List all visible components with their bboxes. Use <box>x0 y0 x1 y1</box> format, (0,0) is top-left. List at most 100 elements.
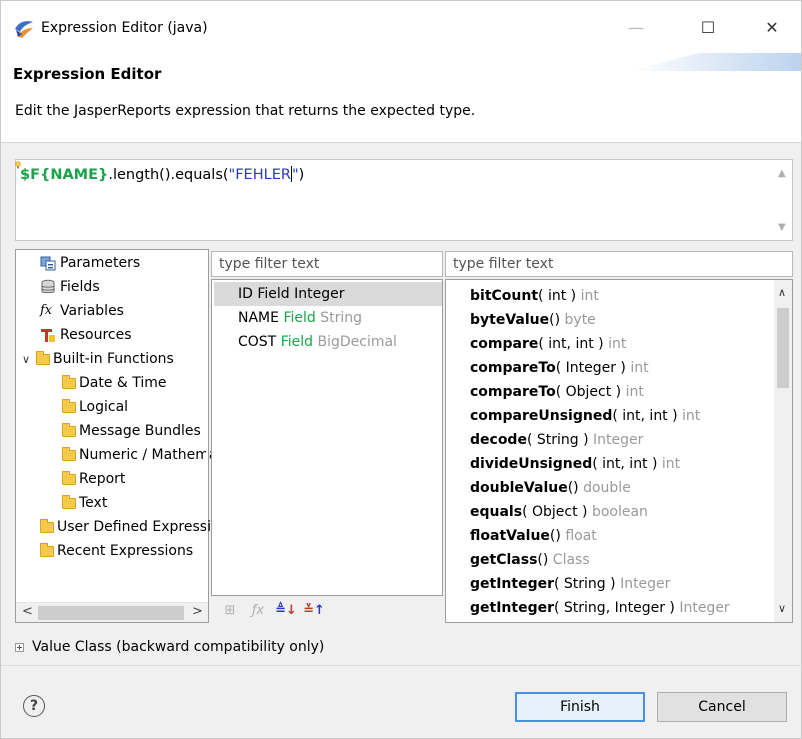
sort-descending-icon[interactable]: ≚↑ <box>303 603 325 618</box>
tree-clip <box>206 250 208 600</box>
method-name: compare <box>470 336 539 352</box>
scroll-up-icon[interactable]: ▲ <box>778 168 786 179</box>
list-item-method[interactable]: compareUnsigned( int, int ) int <box>470 404 700 428</box>
method-name: byteValue <box>470 312 550 328</box>
tree-item-logical[interactable]: Logical <box>62 396 128 418</box>
methods-vertical-scrollbar[interactable]: ∧ ∨ <box>774 280 792 622</box>
method-return: int <box>661 456 681 472</box>
fields-list[interactable]: ID Field Integer NAME Field String COST … <box>211 279 443 596</box>
expression-input[interactable]: $F{NAME}.length().equals("FEHLER") ▲ ▼ <box>15 159 793 241</box>
tree-item-label: Logical <box>79 399 129 415</box>
method-name: getInteger <box>470 576 554 592</box>
methods-list[interactable]: bitCount( int ) int byteValue() byte com… <box>445 279 793 623</box>
fields-filter-input[interactable] <box>212 252 442 276</box>
tree-item-fields[interactable]: Fields <box>40 276 100 298</box>
divider <box>1 665 801 666</box>
list-item-method[interactable]: equals( Object ) boolean <box>470 500 648 524</box>
list-item-method[interactable]: byteValue() byte <box>470 308 596 332</box>
list-item-method[interactable]: bitCount( int ) int <box>470 284 599 308</box>
scrollbar-thumb[interactable] <box>38 606 184 620</box>
help-button[interactable]: ? <box>23 695 45 717</box>
list-item-field-cost[interactable]: COST Field BigDecimal <box>214 330 442 354</box>
insert-parameter-icon[interactable]: ⊞ <box>219 603 241 618</box>
scrollbar-thumb[interactable] <box>777 308 789 388</box>
expression-text[interactable]: $F{NAME}.length().equals("FEHLER") <box>20 166 304 183</box>
minimize-button[interactable]: — <box>613 1 659 53</box>
methods-filter-box[interactable] <box>445 251 793 277</box>
insert-variable-icon[interactable]: ƒx <box>247 603 269 618</box>
method-args: ( Object ) <box>522 504 588 520</box>
scroll-down-icon[interactable]: ∨ <box>778 602 786 615</box>
field-type: BigDecimal <box>317 334 397 350</box>
tree-item-report[interactable]: Report <box>62 468 125 490</box>
folder-icon <box>62 494 76 509</box>
method-name: decode <box>470 432 527 448</box>
sort-ascending-icon[interactable]: ≜↓ <box>275 603 297 618</box>
close-button[interactable]: ✕ <box>749 1 795 53</box>
tree-item-text[interactable]: Text <box>62 492 107 514</box>
tree-item-label: Text <box>79 495 108 511</box>
page-description: Edit the JasperReports expression that r… <box>15 103 476 119</box>
tree-item-recent[interactable]: Recent Expressions <box>40 540 193 562</box>
tree-item-resources[interactable]: Resources <box>40 324 132 346</box>
list-item-method[interactable]: compareTo( Object ) int <box>470 380 644 404</box>
list-item-method[interactable]: getClass() Class <box>470 548 590 572</box>
list-item-method[interactable]: decode( String ) Integer <box>470 428 643 452</box>
tree-item-message-bundles[interactable]: Message Bundles <box>62 420 201 442</box>
parameters-icon <box>40 256 56 271</box>
list-item-method[interactable]: compare( int, int ) int <box>470 332 626 356</box>
list-item-method[interactable]: getInteger( String ) Integer <box>470 572 670 596</box>
value-class-section[interactable]: Value Class (backward compatibility only… <box>15 639 324 655</box>
tree-item-built-in-functions[interactable]: ∨ Built-in Functions <box>22 348 174 370</box>
category-tree[interactable]: Parameters Fields 𝑓x Variables Resources… <box>15 249 247 623</box>
method-return: byte <box>564 312 596 328</box>
method-name: bitCount <box>470 288 539 304</box>
field-name: ID <box>238 286 253 302</box>
expression-scrollbar[interactable]: ▲ ▼ <box>774 160 792 240</box>
field-kind: Field <box>280 334 314 350</box>
variables-icon: 𝑓x <box>40 303 53 318</box>
list-item-field-id[interactable]: ID Field Integer <box>214 282 442 306</box>
list-item-method[interactable]: compareTo( Integer ) int <box>470 356 649 380</box>
method-args: () <box>537 552 549 568</box>
method-args: () <box>549 528 561 544</box>
maximize-button[interactable]: ☐ <box>685 1 731 53</box>
field-type: String <box>320 310 362 326</box>
method-return: float <box>565 528 597 544</box>
fields-filter-box[interactable] <box>211 251 443 277</box>
method-name: doubleValue <box>470 480 568 496</box>
value-class-label: Value Class (backward compatibility only… <box>32 639 325 655</box>
expand-icon[interactable] <box>15 642 24 652</box>
list-item-field-name[interactable]: NAME Field String <box>214 306 442 330</box>
scroll-up-icon[interactable]: ∧ <box>778 286 786 299</box>
scroll-down-icon[interactable]: ▼ <box>778 222 786 233</box>
expression-tail: ) <box>298 167 305 183</box>
list-item-method[interactable]: divideUnsigned( int, int ) int <box>470 452 680 476</box>
tree-item-date-time[interactable]: Date & Time <box>62 372 167 394</box>
list-item-method[interactable]: doubleValue() double <box>470 476 631 500</box>
tree-item-label: Report <box>79 471 126 487</box>
chevron-down-icon[interactable]: ∨ <box>22 353 36 366</box>
scroll-right-icon[interactable]: > <box>192 604 203 619</box>
scroll-left-icon[interactable]: < <box>22 604 33 619</box>
list-item-method[interactable]: getInteger( String, Integer ) Integer <box>470 596 730 620</box>
tree-horizontal-scrollbar[interactable]: < > <box>16 602 208 622</box>
field-name: NAME <box>238 310 279 326</box>
method-args: ( String ) <box>526 432 589 448</box>
tree-item-label: Recent Expressions <box>57 543 194 559</box>
banner-decoration <box>631 53 801 71</box>
method-name: divideUnsigned <box>470 456 593 472</box>
method-return: int <box>682 408 701 424</box>
cancel-button[interactable]: Cancel <box>657 692 787 722</box>
methods-filter-input[interactable] <box>446 252 792 276</box>
resources-icon <box>41 329 55 342</box>
finish-button[interactable]: Finish <box>515 692 645 722</box>
expression-string-close: " <box>291 167 299 183</box>
folder-icon <box>62 374 76 389</box>
list-item-method[interactable]: floatValue() float <box>470 524 597 548</box>
tree-item-variables[interactable]: 𝑓x Variables <box>40 300 124 322</box>
tree-item-parameters[interactable]: Parameters <box>40 252 140 274</box>
method-args: ( int ) <box>538 288 577 304</box>
expression-method-text: .length().equals( <box>108 167 229 183</box>
method-return: int <box>630 360 649 376</box>
